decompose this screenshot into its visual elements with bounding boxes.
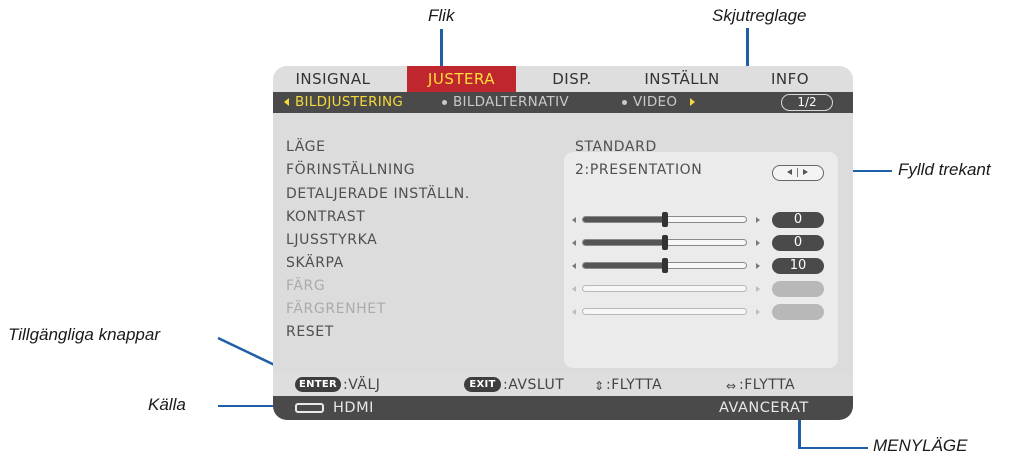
slider-left-arrow-icon[interactable] <box>572 240 576 246</box>
subtab-right-arrow-icon[interactable] <box>690 98 695 106</box>
page-indicator: 1/2 <box>781 94 833 111</box>
leader-line-menu-mode-horizontal <box>798 447 868 449</box>
row-label-lage[interactable]: LÄGE <box>286 139 326 155</box>
row-value-forinstallning: 2:PRESENTATION <box>575 162 703 178</box>
filled-triangle-right-icon <box>803 169 808 175</box>
value-pill-fargrenhet <box>772 304 824 320</box>
leader-line-menu-mode-vertical <box>798 418 801 449</box>
slider-left-arrow-icon[interactable] <box>572 263 576 269</box>
subtab-bildalternativ[interactable]: BILDALTERNATIV <box>453 92 569 113</box>
value-pill-skarpa: 10 <box>772 258 824 274</box>
menu-mode-label: AVANCERAT <box>719 400 809 416</box>
row-label-reset[interactable]: RESET <box>286 324 334 340</box>
slider-knob-kontrast[interactable] <box>661 212 668 227</box>
value-pill-ljusstyrka: 0 <box>772 235 824 251</box>
callout-tab: Flik <box>428 6 455 25</box>
slider-right-arrow-icon <box>756 286 760 292</box>
menu-subtab-bar: BILDJUSTERING BILDALTERNATIV VIDEO 1/2 <box>273 92 853 113</box>
separator-dot-icon <box>442 100 447 105</box>
slider-right-arrow-icon <box>756 309 760 315</box>
help-text-flytta-vertical: :FLYTTA <box>606 377 663 393</box>
slider-left-arrow-icon <box>572 286 576 292</box>
help-text-avslut: :AVSLUT <box>503 377 565 393</box>
help-text-flytta-horizontal: :FLYTTA <box>739 377 796 393</box>
subtab-left-arrow-icon[interactable] <box>284 98 289 106</box>
row-label-kontrast[interactable]: KONTRAST <box>286 209 365 225</box>
callout-menu-mode: MENYLÄGE <box>873 436 968 455</box>
slider-right-arrow-icon[interactable] <box>756 217 760 223</box>
slider-knob-skarpa[interactable] <box>661 258 668 273</box>
exit-key-badge: EXIT <box>464 377 501 392</box>
row-label-ljusstyrka[interactable]: LJUSSTYRKA <box>286 232 377 248</box>
available-buttons-bar: ENTER :VÄLJ EXIT :AVSLUT ⇕ :FLYTTA ⇔ :FL… <box>273 374 853 396</box>
onscreen-menu: INSIGNAL JUSTERA DISP. INSTÄLLN INFO BIL… <box>273 66 853 420</box>
tab-info[interactable]: INFO <box>755 66 825 92</box>
row-label-detaljerade[interactable]: DETALJERADE INSTÄLLN. <box>286 186 470 202</box>
row-label-fargrenhet: FÄRGRENHET <box>286 301 386 317</box>
hdmi-connector-icon <box>295 403 324 413</box>
row-label-skarpa[interactable]: SKÄRPA <box>286 255 344 271</box>
subtab-video[interactable]: VIDEO <box>633 92 677 113</box>
row-label-forinstallning[interactable]: FÖRINSTÄLLNING <box>286 162 415 178</box>
up-down-arrow-icon: ⇕ <box>594 379 605 393</box>
menu-tab-bar: INSIGNAL JUSTERA DISP. INSTÄLLN INFO <box>273 66 853 92</box>
preset-arrow-selector[interactable] <box>772 165 824 181</box>
help-text-valj: :VÄLJ <box>343 377 381 393</box>
tab-insignal[interactable]: INSIGNAL <box>287 66 379 92</box>
slider-track-fargrenhet <box>582 308 747 315</box>
slider-track-farg <box>582 285 747 292</box>
slider-right-arrow-icon[interactable] <box>756 240 760 246</box>
tab-installn[interactable]: INSTÄLLN <box>625 66 739 92</box>
separator-dot-icon <box>622 100 627 105</box>
tab-disp[interactable]: DISP. <box>535 66 609 92</box>
callout-slider: Skjutreglage <box>712 6 807 25</box>
enter-key-badge: ENTER <box>295 377 341 392</box>
menu-content: LÄGE STANDARD FÖRINSTÄLLNING 2:PRESENTAT… <box>273 113 853 374</box>
slider-knob-ljusstyrka[interactable] <box>661 235 668 250</box>
subtab-bildjustering[interactable]: BILDJUSTERING <box>295 92 403 113</box>
status-bar: HDMI AVANCERAT <box>273 396 853 420</box>
slider-right-arrow-icon[interactable] <box>756 263 760 269</box>
source-label: HDMI <box>333 400 374 416</box>
tab-justera[interactable]: JUSTERA <box>407 66 516 92</box>
value-pill-kontrast: 0 <box>772 212 824 228</box>
callout-available-buttons: Tillgängliga knappar <box>8 325 161 344</box>
callout-source: Källa <box>148 395 186 414</box>
callout-filled-triangle: Fylld trekant <box>898 160 991 179</box>
left-right-arrow-icon: ⇔ <box>726 379 737 393</box>
slider-left-arrow-icon[interactable] <box>572 217 576 223</box>
leader-line-tab <box>440 29 443 69</box>
filled-triangle-left-icon <box>787 169 792 175</box>
divider <box>797 168 798 177</box>
row-value-lage: STANDARD <box>575 139 657 155</box>
row-label-farg: FÄRG <box>286 278 326 294</box>
value-pill-farg <box>772 281 824 297</box>
slider-left-arrow-icon <box>572 309 576 315</box>
